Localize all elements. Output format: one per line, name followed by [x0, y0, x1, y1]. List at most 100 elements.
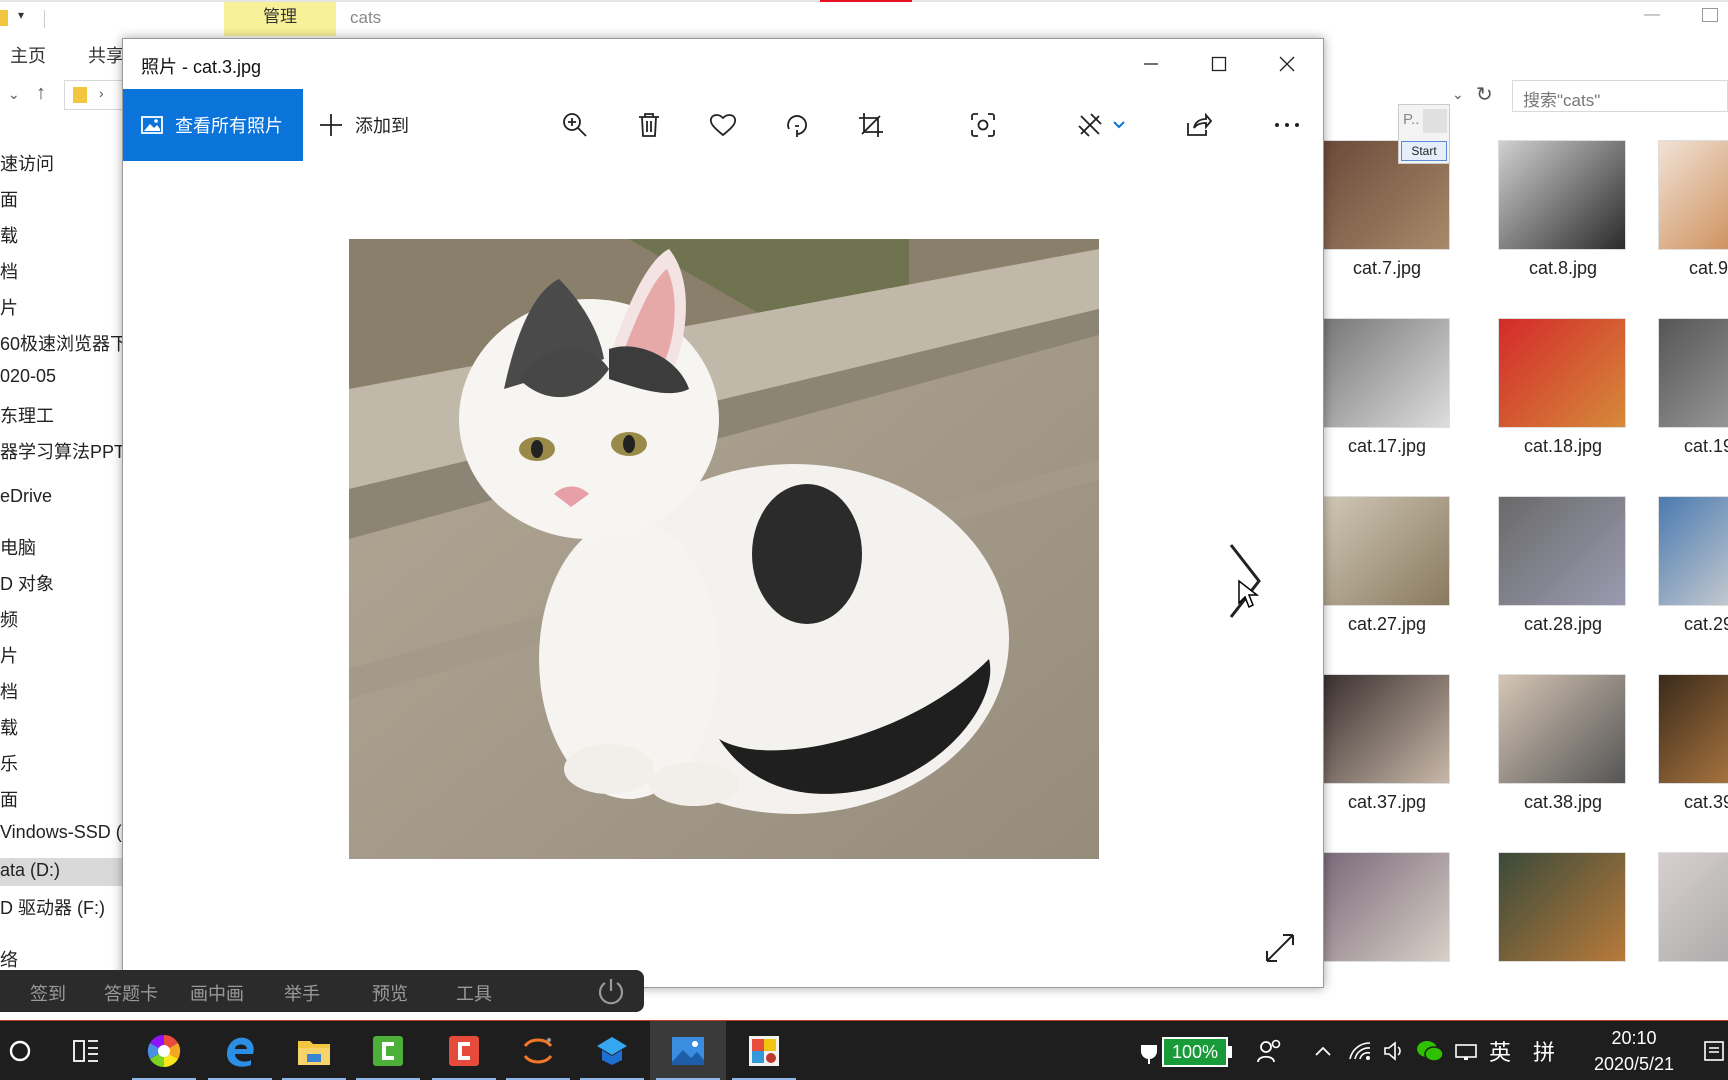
nav-item[interactable]: 乐 — [0, 750, 18, 778]
delete-button[interactable] — [627, 103, 671, 147]
nav-item-drive-c[interactable]: Vindows-SSD (C — [0, 822, 135, 850]
file-item[interactable]: cat.19.jpg — [1642, 298, 1728, 468]
file-item[interactable]: cat.39.jpg — [1642, 654, 1728, 824]
file-item[interactable]: cat.28.jpg — [1482, 476, 1652, 646]
answer-card-button[interactable]: 答题卡 — [104, 980, 158, 1006]
address-dropdown-icon[interactable]: ⌄ — [1452, 86, 1464, 103]
file-item[interactable]: cat.18.jpg — [1482, 298, 1652, 468]
taskbar-app-recorder[interactable] — [426, 1021, 502, 1080]
nav-item-onedrive[interactable]: eDrive — [0, 486, 52, 514]
nav-item[interactable]: 载 — [0, 714, 18, 742]
taskbar-app-edge[interactable] — [202, 1021, 278, 1080]
start-button[interactable]: Start — [1401, 141, 1447, 161]
file-item[interactable]: cat.29.jpg — [1642, 476, 1728, 646]
wechat-button[interactable] — [1414, 1021, 1446, 1080]
edit-create-button[interactable] — [1063, 103, 1139, 147]
nav-item[interactable]: 载 — [0, 222, 18, 250]
favorite-button[interactable] — [701, 103, 745, 147]
minimize-button[interactable] — [1117, 39, 1185, 89]
tools-button[interactable]: 工具 — [456, 980, 492, 1006]
add-to-button[interactable]: 添加到 — [319, 89, 409, 161]
explorer-maximize-icon[interactable] — [1702, 8, 1718, 22]
clock[interactable]: 20:10 2020/5/21 — [1576, 1025, 1692, 1077]
classroom-icon — [597, 1037, 627, 1065]
crop-button[interactable] — [849, 103, 893, 147]
nav-item-drive-f[interactable]: D 驱动器 (F:) — [0, 894, 105, 922]
file-item[interactable] — [1642, 832, 1728, 1002]
more-button[interactable] — [1265, 103, 1309, 147]
nav-item[interactable]: 速访问 — [0, 150, 54, 178]
view-all-photos-button[interactable]: 查看所有照片 — [123, 89, 303, 161]
share-button[interactable] — [1177, 103, 1221, 147]
file-name: cat.37.jpg — [1347, 792, 1427, 812]
taskbar-app-jupyter[interactable] — [500, 1021, 576, 1080]
file-item[interactable]: cat.8.jpg — [1482, 120, 1652, 290]
nav-item[interactable]: D 对象 — [0, 570, 54, 598]
nav-item[interactable]: 器学习算法PPT — [0, 438, 125, 466]
file-item[interactable]: cat.9.jpg — [1642, 120, 1728, 290]
nav-item[interactable]: 片 — [0, 642, 18, 670]
nav-item[interactable]: 面 — [0, 186, 18, 214]
checkin-button[interactable]: 签到 — [30, 980, 66, 1006]
people-button[interactable] — [1252, 1021, 1288, 1080]
explorer-minimize-icon[interactable]: — — [1644, 6, 1660, 24]
recent-locations-icon[interactable]: ⌄ — [8, 86, 20, 103]
power-plug-icon[interactable] — [1136, 1021, 1162, 1080]
full-screen-icon[interactable] — [1263, 931, 1297, 965]
show-hidden-icons-button[interactable] — [1310, 1021, 1336, 1080]
nav-item[interactable]: 60极速浏览器下 — [0, 330, 128, 358]
close-button[interactable] — [1253, 39, 1321, 89]
ime-language-button[interactable]: 英 — [1484, 1021, 1516, 1080]
file-item[interactable]: cat.17.jpg — [1322, 298, 1492, 468]
file-item[interactable]: cat.27.jpg — [1322, 476, 1492, 646]
taskbar-app-paint[interactable] — [726, 1021, 802, 1080]
close-icon — [1279, 56, 1295, 72]
task-view-button[interactable] — [52, 1021, 120, 1080]
taskbar-app-camtasia[interactable] — [350, 1021, 426, 1080]
maximize-button[interactable] — [1185, 39, 1253, 89]
ime-mode-button[interactable]: 拼 — [1528, 1021, 1560, 1080]
search-input[interactable]: 搜索"cats" — [1512, 80, 1728, 112]
nav-item[interactable]: 片 — [0, 294, 18, 322]
raise-hand-button[interactable]: 举手 — [284, 980, 320, 1006]
ribbon-tab-share[interactable]: 共享 — [88, 42, 124, 68]
nav-item-drive-d[interactable]: ata (D:) — [0, 858, 122, 886]
taskbar-app-file-explorer[interactable] — [276, 1021, 352, 1080]
nav-item[interactable]: 档 — [0, 678, 18, 706]
address-bar[interactable]: › — [64, 80, 124, 110]
ribbon-tab-home[interactable]: 主页 — [10, 42, 46, 68]
file-item[interactable]: cat.38.jpg — [1482, 654, 1652, 824]
picture-in-picture-button[interactable]: 画中画 — [190, 980, 244, 1006]
file-thumbnail — [1498, 852, 1626, 962]
power-icon[interactable] — [596, 976, 626, 1006]
nav-item[interactable]: 020-05 — [0, 366, 56, 394]
taskbar-app-browser-360[interactable] — [126, 1021, 202, 1080]
file-item[interactable]: cat.37.jpg — [1322, 654, 1492, 824]
taskbar-app-classroom[interactable] — [574, 1021, 650, 1080]
file-item[interactable] — [1482, 832, 1652, 1002]
mouse-cursor-icon — [1238, 579, 1259, 609]
volume-button[interactable] — [1378, 1021, 1410, 1080]
rotate-button[interactable] — [775, 103, 819, 147]
file-item[interactable] — [1322, 832, 1492, 1002]
up-arrow-icon[interactable]: ↑ — [36, 82, 46, 105]
enhance-button[interactable] — [961, 103, 1005, 147]
zoom-button[interactable] — [553, 103, 597, 147]
quick-access-dropdown-icon[interactable]: ▾ — [18, 8, 24, 22]
nav-item[interactable]: 档 — [0, 258, 18, 286]
taskbar-app-photos[interactable] — [650, 1021, 726, 1080]
quick-access-folder-icon[interactable] — [0, 10, 8, 26]
network-button[interactable] — [1450, 1021, 1482, 1080]
nav-item[interactable]: 东理工 — [0, 402, 54, 430]
battery-indicator[interactable]: 100% — [1162, 1037, 1228, 1067]
nav-item-this-pc[interactable]: 电脑 — [0, 534, 36, 562]
action-center-button[interactable] — [1700, 1021, 1728, 1080]
ribbon-manage-tab[interactable]: 管理 — [224, 2, 336, 36]
cortana-button[interactable] — [0, 1021, 40, 1080]
wifi-button[interactable] — [1344, 1021, 1376, 1080]
breadcrumb-arrow-icon[interactable]: › — [99, 85, 104, 101]
nav-item[interactable]: 面 — [0, 786, 18, 814]
preview-button[interactable]: 预览 — [372, 980, 408, 1006]
refresh-icon[interactable]: ↻ — [1476, 82, 1493, 107]
nav-item[interactable]: 频 — [0, 606, 18, 634]
